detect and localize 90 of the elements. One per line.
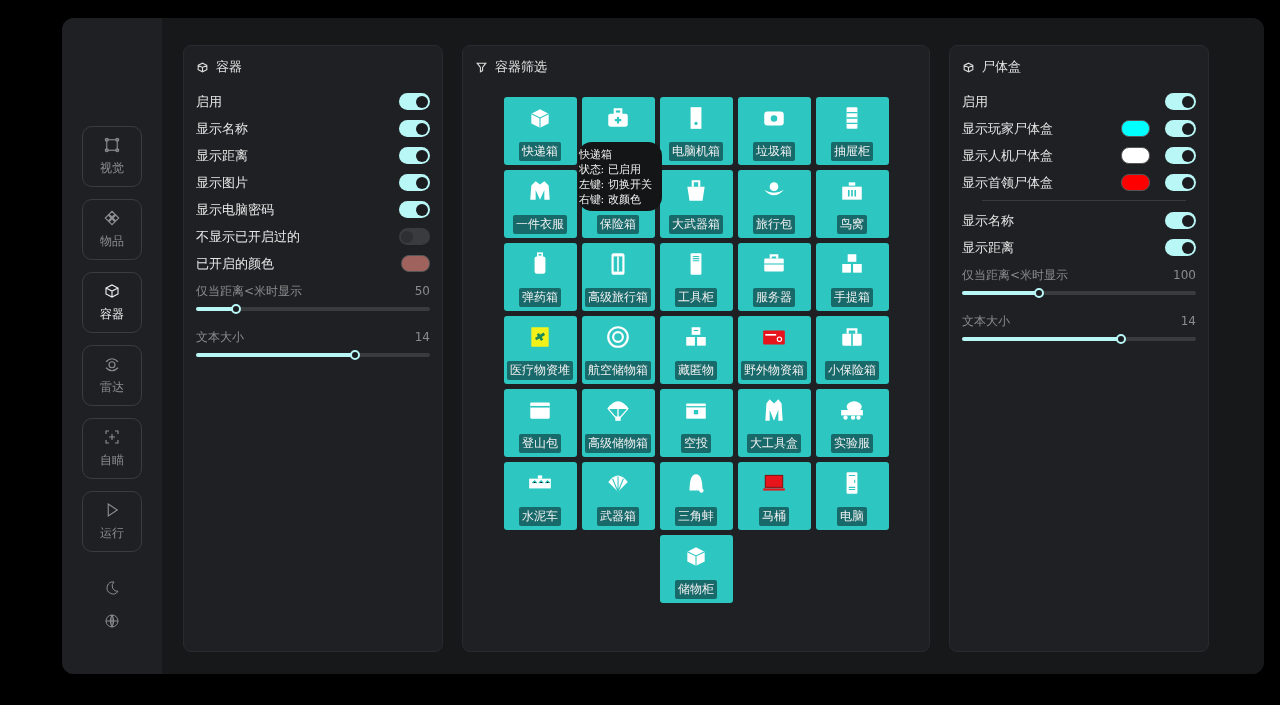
setting-label: 显示距离 [962,238,1014,257]
setting-label: 显示玩家尸体盒 [962,119,1053,138]
dial-icon [605,324,631,350]
frame-icon [103,136,121,154]
container-tile[interactable]: 弹药箱 [503,243,577,311]
tooltip-line: 快递箱 [577,146,612,162]
toggle-switch[interactable] [1165,174,1196,191]
container-tile[interactable]: 马桶 [737,462,811,530]
nav-item[interactable]: 视觉 [82,126,142,187]
slider[interactable] [962,291,1196,295]
setting-label: 启用 [196,92,222,111]
slider[interactable] [196,353,430,357]
slider-value: 14 [1180,314,1196,328]
toggle-switch[interactable] [1165,239,1196,256]
setting-label: 显示名称 [962,211,1014,230]
container-tile[interactable]: 水泥车 [503,462,577,530]
container-tile[interactable]: 手提箱 [815,243,889,311]
setting-label: 显示名称 [196,119,248,138]
crosshair-icon [103,428,121,446]
slider-label: 仅当距离<米时显示 [196,282,303,300]
container-tile[interactable]: 小保险箱 [815,316,889,384]
slider-label: 文本大小 [196,328,244,346]
color-swatch[interactable] [1121,147,1150,164]
toggle-switch[interactable] [1165,212,1196,229]
container-tile[interactable]: 抽屉柜 [815,97,889,165]
slider[interactable] [962,337,1196,341]
container-tile[interactable]: 服务器 [737,243,811,311]
toggle-switch[interactable] [1165,93,1196,110]
toggle-switch[interactable] [399,228,430,245]
globe-icon[interactable] [104,613,120,629]
container-tile[interactable]: 快递箱 [503,97,577,165]
container-tile[interactable]: 武器箱 [581,462,655,530]
container-tile[interactable]: 鸟窝 [815,170,889,238]
setting-label: 显示图片 [196,173,248,192]
radar-icon [103,355,121,373]
setting-label: 显示电脑密码 [196,200,274,219]
setting-label: 启用 [962,92,988,111]
setting-label: 显示首领尸体盒 [962,173,1053,192]
container-tile[interactable]: 航空储物箱 [581,316,655,384]
container-tile[interactable]: 电脑 [815,462,889,530]
container-tile[interactable]: 三角蚌 [659,462,733,530]
cube-icon [962,60,975,74]
slider-label: 仅当距离<米时显示 [962,266,1069,284]
color-swatch[interactable] [1121,174,1150,191]
panel-title: 尸体盒 [982,58,1021,76]
cube-icon [196,60,209,74]
container-tile[interactable]: 电脑机箱 [659,97,733,165]
container-tile[interactable]: 一件衣服 [503,170,577,238]
container-tile[interactable]: 藏匿物 [659,316,733,384]
setting-label: 已开启的颜色 [196,254,274,273]
setting-label: 显示距离 [196,146,248,165]
toggle-switch[interactable] [1165,120,1196,137]
container-tile[interactable]: 实验服 [815,389,889,457]
nav-item[interactable]: 容器 [82,272,142,333]
container-tile[interactable]: 储物柜 [659,535,733,603]
nav-item[interactable]: 雷达 [82,345,142,406]
container-tile[interactable]: 登山包 [503,389,577,457]
diamonds-icon [103,209,121,227]
toggle-switch[interactable] [399,201,430,218]
toggle-switch[interactable] [399,93,430,110]
nav-item[interactable]: 物品 [82,199,142,260]
slider-value: 100 [1173,268,1196,282]
filter-icon [475,60,488,74]
container-tile[interactable]: 高级储物箱 [581,389,655,457]
slider-value: 14 [414,330,430,344]
toggle-switch[interactable] [399,174,430,191]
color-swatch[interactable] [401,255,430,272]
color-swatch[interactable] [1121,120,1150,137]
container-tile[interactable]: 垃圾箱 [737,97,811,165]
container-tile[interactable]: 大武器箱 [659,170,733,238]
cube-icon [103,282,121,300]
nav-item[interactable]: 运行 [82,491,142,552]
moon-icon[interactable] [104,580,120,596]
panel-title: 容器 [216,58,242,76]
setting-label: 显示人机尸体盒 [962,146,1053,165]
toggle-switch[interactable] [1165,147,1196,164]
container-tile[interactable]: 旅行包 [737,170,811,238]
container-tile[interactable]: 大工具盒 [737,389,811,457]
toggle-switch[interactable] [399,147,430,164]
slider-value: 50 [414,284,430,298]
container-tile[interactable]: 医疗物资堆 [503,316,577,384]
container-tile[interactable]: 空投 [659,389,733,457]
setting-label: 不显示已开启过的 [196,227,300,246]
nav-item[interactable]: 自瞄 [82,418,142,479]
slider-label: 文本大小 [962,312,1010,330]
toggle-switch[interactable] [399,120,430,137]
container-tile[interactable]: 高级旅行箱 [581,243,655,311]
container-tile[interactable]: 工具柜 [659,243,733,311]
panel-title: 容器筛选 [495,58,547,76]
container-tile[interactable]: 野外物资箱 [737,316,811,384]
